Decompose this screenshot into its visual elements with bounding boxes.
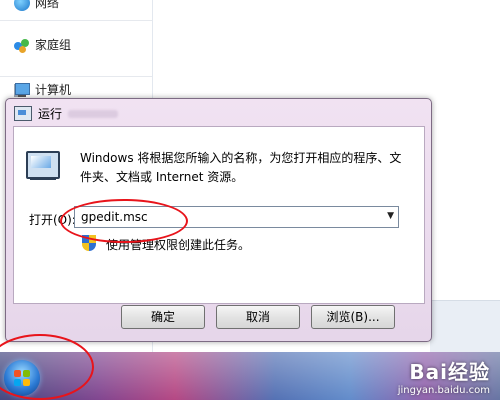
dialog-titlebar[interactable]: 运行 <box>14 105 119 122</box>
computer-icon <box>14 82 30 98</box>
nav-item-network[interactable]: 网络 <box>14 0 59 11</box>
nav-item-label: 家庭组 <box>35 38 72 52</box>
dropdown-arrow-icon[interactable]: ▼ <box>387 211 394 221</box>
nav-item-label: 网络 <box>35 0 60 10</box>
annotation-circle-input <box>60 199 188 243</box>
nav-item-computer[interactable]: 计算机 <box>14 81 71 98</box>
nav-divider <box>0 76 152 77</box>
run-icon-small <box>14 106 32 121</box>
ok-button[interactable]: 确定 <box>121 305 205 329</box>
run-icon <box>26 151 60 181</box>
nav-item-label: 计算机 <box>35 83 72 97</box>
cancel-button[interactable]: 取消 <box>216 305 300 329</box>
globe-icon <box>14 0 30 11</box>
browse-button[interactable]: 浏览(B)... <box>311 305 395 329</box>
blurred-title-text <box>68 109 119 118</box>
watermark-logo: Bai经验 <box>409 360 490 384</box>
baidu-watermark: Bai经验 jingyan.baidu.com <box>398 356 490 396</box>
dialog-description: Windows 将根据您所输入的名称，为您打开相应的程序、文件夹、文档或 Int… <box>80 151 402 184</box>
watermark-url: jingyan.baidu.com <box>397 385 490 396</box>
homegroup-icon <box>14 37 30 53</box>
dialog-title: 运行 <box>38 107 63 121</box>
nav-divider <box>0 20 152 21</box>
details-pane <box>430 300 500 353</box>
nav-item-homegroup[interactable]: 家庭组 <box>14 36 71 53</box>
